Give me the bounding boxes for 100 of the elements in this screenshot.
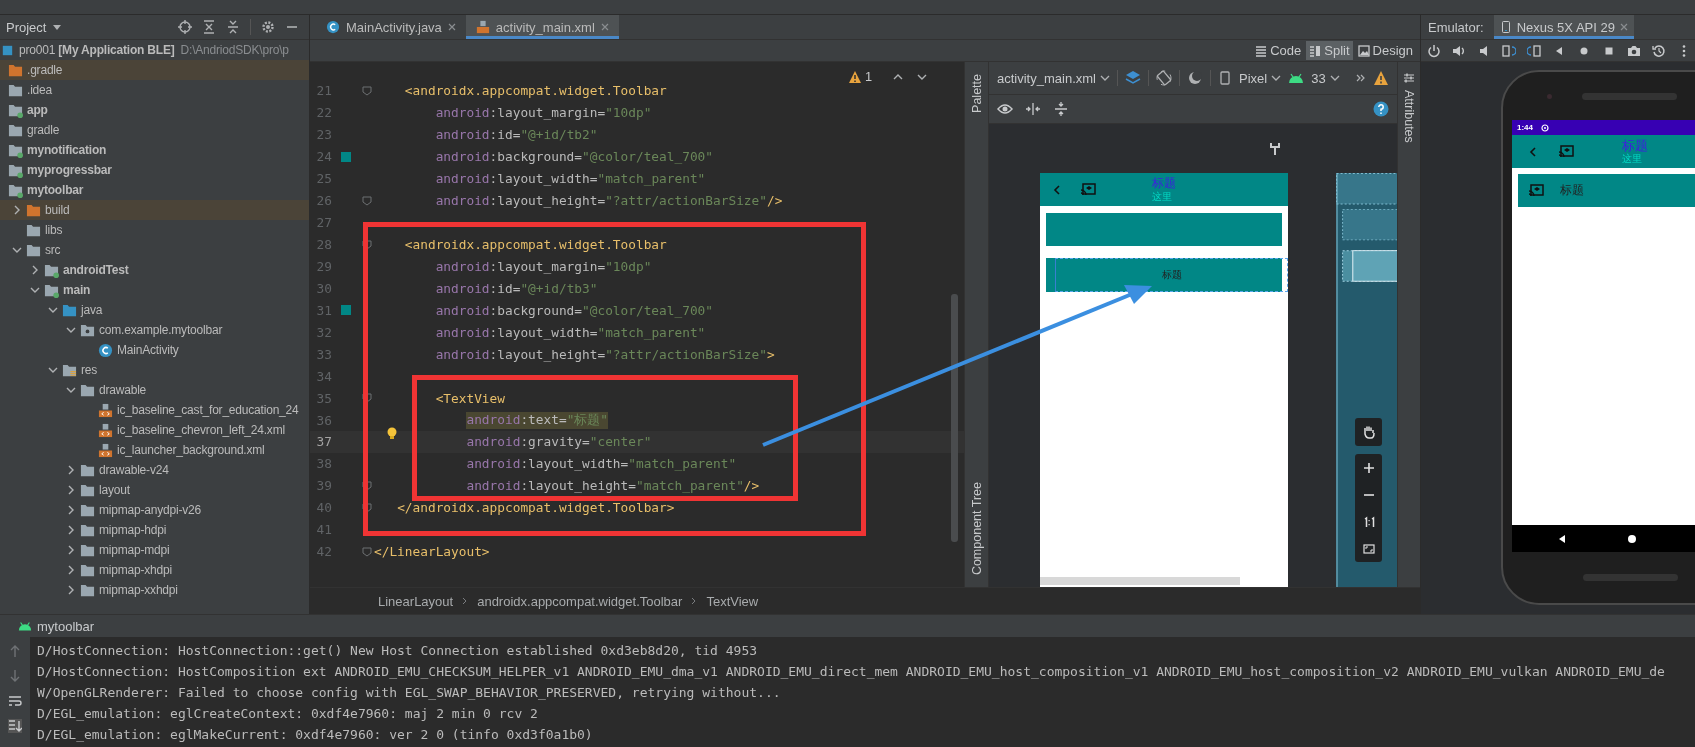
tree-item[interactable]: pro001 [My Application BLE] D:\AndriodSDK\pro\p [0,40,309,60]
breadcrumb-item[interactable]: androidx.appcompat.widget.Toolbar [477,593,683,609]
chevron-icon[interactable] [48,305,58,315]
horizontal-arrows-icon[interactable] [1025,101,1041,117]
chevron-icon[interactable] [66,545,76,555]
fold-icon[interactable] [362,85,372,96]
help-icon[interactable] [1373,101,1389,117]
api-dropdown[interactable]: 33 [1311,70,1326,86]
chevron-icon[interactable] [66,485,76,495]
caret-icon[interactable] [1271,73,1282,83]
color-swatch[interactable] [341,305,351,316]
tree-item[interactable]: .gradle [0,60,309,80]
tree-item[interactable]: mipmap-mdpi [0,540,309,560]
power-icon[interactable] [1427,43,1441,58]
chevron-icon[interactable] [66,505,76,515]
tree-item[interactable]: mynotification [0,140,309,160]
fold-icon[interactable] [362,480,372,491]
tree-item[interactable]: src [0,240,309,260]
chevron-icon[interactable] [66,525,76,535]
fold-icon[interactable] [362,546,372,557]
caret-icon[interactable] [52,22,63,32]
collapse-all-icon[interactable] [202,20,216,34]
tree-item[interactable]: mytoolbar [0,180,309,200]
volume-up-icon[interactable] [1452,43,1466,58]
side-tab[interactable]: Attributes [1402,90,1416,143]
rotate-icon[interactable] [1155,70,1172,86]
tree-item[interactable]: mipmap-hdpi [0,520,309,540]
tree-item[interactable]: ic_baseline_cast_for_education_24 [0,400,309,420]
tree-item[interactable]: MainActivity [0,340,309,360]
view-mode-button[interactable]: Design [1354,41,1416,60]
panel-title[interactable]: Project [6,19,47,35]
fit-screen-icon[interactable] [1362,542,1375,555]
tree-item[interactable]: ic_launcher_background.xml [0,440,309,460]
more-chevrons-icon[interactable] [1356,73,1366,83]
tree-item[interactable]: libs [0,220,309,240]
tree-item[interactable]: com.example.mytoolbar [0,320,309,340]
tree-item[interactable]: res [0,360,309,380]
tree-item[interactable]: mipmap-xhdpi [0,560,309,580]
device-dropdown[interactable]: Pixel [1238,70,1268,86]
tree-item[interactable]: drawable [0,380,309,400]
chevron-icon[interactable] [66,585,76,595]
rotate-left-icon[interactable] [1502,43,1516,58]
fold-icon[interactable] [362,195,372,206]
tree-item[interactable]: java [0,300,309,320]
fold-icon[interactable] [362,502,372,513]
locate-icon[interactable] [178,20,192,34]
chevron-icon[interactable] [30,265,40,275]
editor-tab[interactable]: MainActivity.java [316,15,466,39]
chevron-icon[interactable] [12,205,22,215]
camera-icon[interactable] [1627,43,1641,58]
scrollbar[interactable] [1040,577,1240,585]
cast-icon[interactable] [1558,144,1574,159]
chevron-icon[interactable] [66,325,76,335]
tree-item[interactable]: build [0,200,309,220]
layers-icon[interactable] [1124,70,1141,86]
caret-icon[interactable] [1329,73,1340,83]
chevron-icon[interactable] [66,465,76,475]
theme-icon[interactable] [1186,70,1203,86]
cast-icon[interactable] [1528,183,1544,198]
lightbulb-icon[interactable] [386,427,398,442]
tree-item[interactable]: mipmap-anydpi-v26 [0,500,309,520]
breadcrumb-item[interactable]: TextView [706,593,759,609]
actual-size-icon[interactable] [1362,515,1375,528]
tree-item[interactable]: androidTest [0,260,309,280]
tree-item[interactable]: myprogressbar [0,160,309,180]
device-tab[interactable]: Nexus 5X API 29 [1493,15,1634,39]
chevron-icon[interactable] [66,565,76,575]
editor-tab[interactable]: activity_main.xml [465,15,619,39]
tree-item[interactable]: drawable-v24 [0,460,309,480]
pan-button[interactable] [1355,418,1382,446]
zoom-in-icon[interactable] [1362,461,1375,474]
tree-item[interactable]: layout [0,480,309,500]
expand-all-icon[interactable] [226,20,240,34]
chevron-icon[interactable] [30,285,40,295]
tree-item[interactable]: .idea [0,80,309,100]
close-icon[interactable] [447,23,456,31]
breadcrumb-item[interactable]: LinearLayout [378,593,454,609]
tree-item[interactable]: app [0,100,309,120]
warning-icon[interactable] [1373,70,1389,86]
scrollbar[interactable] [951,294,958,542]
fold-icon[interactable] [362,239,372,250]
sliders-icon[interactable] [1403,72,1415,84]
color-swatch[interactable] [341,151,351,162]
fold-icon[interactable] [362,393,372,404]
vertical-arrows-icon[interactable] [1053,101,1069,117]
side-tab[interactable]: Palette [969,74,984,113]
soft-wrap-icon[interactable] [8,694,22,708]
view-mode-button[interactable]: Code [1252,41,1305,60]
tree-item[interactable]: mipmap-xxhdpi [0,580,309,600]
home-icon[interactable] [1627,533,1637,544]
warning-indicator[interactable]: 1 [847,69,872,84]
scroll-to-end-icon[interactable] [8,719,22,733]
chevron-icon[interactable] [12,245,22,255]
chevron-icon[interactable] [48,365,58,375]
side-tab[interactable]: Component Tree [969,481,984,575]
chevron-icon[interactable] [66,385,76,395]
view-mode-button[interactable]: Split [1306,41,1353,60]
rotate-right-icon[interactable] [1527,43,1541,58]
tree-item[interactable]: ic_baseline_chevron_left_24.xml [0,420,309,440]
settings-icon[interactable] [261,20,275,34]
